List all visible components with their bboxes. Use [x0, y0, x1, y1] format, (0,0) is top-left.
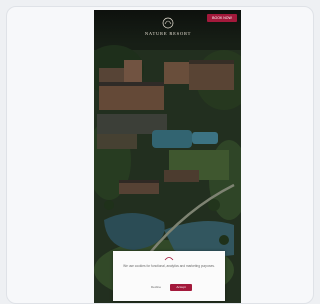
book-now-button[interactable]: BOOK NOW	[207, 14, 237, 22]
preview-card: NATURE RESORT BOOK NOW We use cookies fo…	[6, 6, 314, 304]
site-header: NATURE RESORT BOOK NOW	[94, 10, 241, 44]
logo-text: NATURE RESORT	[144, 31, 192, 36]
accept-button[interactable]: Accept	[170, 284, 192, 291]
consent-logo-icon	[164, 257, 174, 261]
decline-button[interactable]: Decline	[147, 284, 165, 291]
consent-message: We use cookies for functional, analytics…	[123, 264, 215, 268]
cookie-consent-banner: We use cookies for functional, analytics…	[113, 251, 225, 301]
resort-logo[interactable]: NATURE RESORT	[144, 15, 192, 39]
logo-emblem-icon	[162, 17, 174, 29]
mobile-screenshot: NATURE RESORT BOOK NOW We use cookies fo…	[94, 10, 241, 303]
